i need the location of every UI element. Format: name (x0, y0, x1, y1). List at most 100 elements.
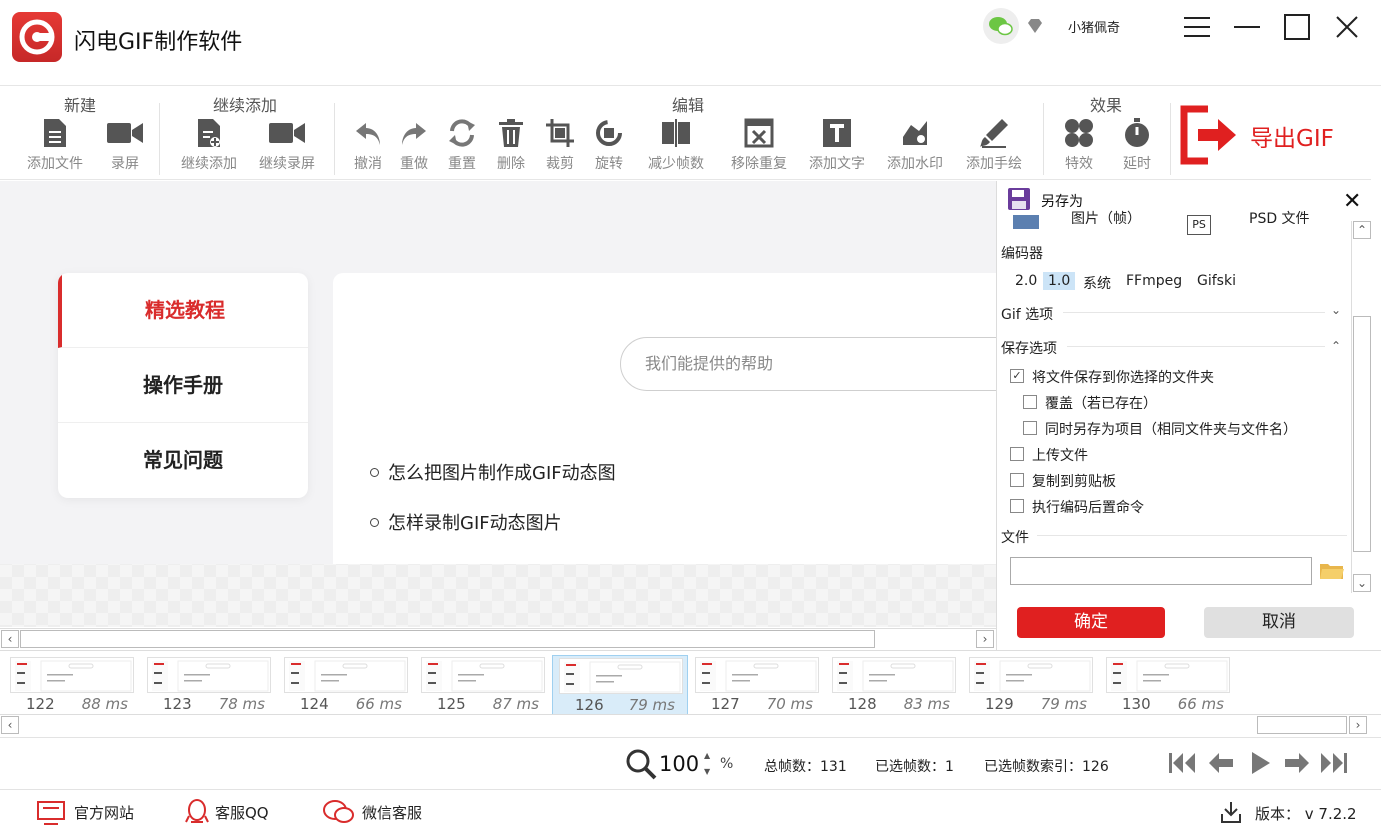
qq-support-link[interactable]: 客服QQ (215, 802, 269, 823)
add-watermark-button[interactable]: 添加水印 (880, 117, 950, 173)
scroll-left-icon[interactable]: ‹ (1, 630, 19, 648)
frames-horizontal-scrollbar[interactable]: ‹ › (0, 714, 1381, 734)
delay-button[interactable]: 延时 (1102, 117, 1172, 173)
frame-thumbnail[interactable]: 130 66 ms (1100, 655, 1236, 715)
frame-thumbnail[interactable]: 124 66 ms (278, 655, 414, 715)
psd-file-option[interactable]: PSD 文件 (1249, 208, 1310, 224)
chevron-down-icon[interactable]: ⌄ (1331, 303, 1341, 317)
scroll-down-icon[interactable]: ⌄ (1353, 574, 1371, 592)
scroll-thumb[interactable] (20, 630, 875, 648)
frame-thumbnail[interactable]: 129 79 ms (963, 655, 1099, 715)
cancel-button[interactable]: 取消 (1204, 607, 1354, 638)
reset-icon (449, 119, 475, 147)
frame-thumbnail-selected[interactable]: 126 79 ms (552, 655, 688, 715)
checkbox-icon (1010, 473, 1024, 487)
selected-frame-index: 已选帧数索引：126 (984, 759, 1109, 775)
frame-duration: 87 ms (492, 695, 539, 713)
scroll-thumb[interactable] (1353, 316, 1371, 552)
record-button[interactable]: 录屏 (90, 117, 160, 173)
scroll-thumb[interactable] (1257, 716, 1347, 734)
frame-thumbnail[interactable]: 123 78 ms (141, 655, 277, 715)
export-gif-button[interactable]: 导出GIF (1180, 105, 1360, 165)
scroll-up-icon[interactable]: ⌃ (1353, 221, 1371, 239)
encoder-option[interactable]: Gifski (1192, 272, 1241, 290)
reduce-frames-button[interactable]: 减少帧数 (641, 117, 711, 173)
encoder-option[interactable]: 系统 (1078, 272, 1116, 294)
frame-preview-image (832, 657, 956, 693)
last-frame-icon[interactable] (1320, 750, 1348, 780)
add-file-button[interactable]: 添加文件 (20, 117, 90, 173)
wechat-support-link[interactable]: 微信客服 (362, 802, 422, 823)
gif-options-header[interactable]: Gif 选项 (1001, 304, 1053, 324)
first-frame-icon[interactable] (1168, 750, 1196, 780)
folder-icon[interactable] (1319, 561, 1345, 585)
file-path-input[interactable] (1010, 557, 1312, 585)
help-menu-featured-tutorials[interactable]: 精选教程 (58, 273, 308, 348)
faq-item[interactable]: 怎么把图片制作成GIF动态图 (370, 459, 616, 485)
encoder-option-selected[interactable]: 1.0 (1043, 272, 1076, 290)
frame-thumbnail[interactable]: 122 88 ms (4, 655, 140, 715)
help-content-panel: 我们能提供的帮助 怎么把图片制作成GIF动态图 怎样录制GIF动态图片 (333, 273, 996, 564)
wechat-avatar-icon[interactable] (983, 8, 1019, 44)
selected-frames: 已选帧数：1 (875, 759, 954, 775)
continue-add-button[interactable]: 继续添加 (174, 117, 244, 173)
download-icon[interactable] (1220, 800, 1242, 828)
group-title-continue: 继续添加 (213, 96, 278, 115)
zoom-icon[interactable] (625, 748, 657, 784)
play-icon[interactable] (1248, 750, 1274, 780)
rotate-icon (596, 120, 622, 146)
file-section-label: 文件 (1001, 530, 1029, 546)
menu-icon[interactable] (1182, 12, 1212, 42)
website-link[interactable]: 官方网站 (74, 802, 134, 823)
close-icon[interactable]: ✕ (1343, 189, 1361, 214)
faq-item[interactable]: 怎样录制GIF动态图片 (370, 509, 562, 535)
scroll-right-icon[interactable]: › (1349, 716, 1367, 734)
encoder-option[interactable]: FFmpeg (1121, 272, 1187, 290)
encoder-option[interactable]: 2.0 (1010, 272, 1042, 290)
help-menu-faq[interactable]: 常见问题 (58, 423, 308, 498)
scroll-right-icon[interactable]: › (976, 630, 994, 648)
wechat-icon[interactable] (322, 799, 356, 829)
continue-record-button[interactable]: 继续录屏 (252, 117, 322, 173)
previous-frame-icon[interactable] (1207, 750, 1235, 780)
monitor-icon[interactable] (36, 800, 66, 830)
help-search-input[interactable]: 我们能提供的帮助 (620, 337, 996, 391)
frame-thumbnail[interactable]: 127 70 ms (689, 655, 825, 715)
username[interactable]: 小猪佩奇 (1068, 17, 1120, 36)
add-drawing-button[interactable]: 添加手绘 (959, 117, 1029, 173)
close-icon[interactable] (1332, 12, 1362, 42)
frame-index: 130 (1122, 695, 1151, 713)
next-frame-icon[interactable] (1283, 750, 1311, 780)
frame-thumbnail[interactable]: 128 83 ms (826, 655, 962, 715)
save-options-header[interactable]: 保存选项 (1001, 338, 1057, 358)
zoom-stepper[interactable]: ▲ ▼ (704, 748, 710, 780)
image-frames-option[interactable]: 图片（帧） (1071, 208, 1141, 224)
psd-icon[interactable]: PS (1187, 215, 1211, 235)
remove-duplicates-icon (744, 118, 774, 148)
video-camera-icon (269, 123, 305, 143)
toolbar: 新建 继续添加 编辑 效果 添加文件 录屏 继续添加 继续录屏 撤消 重做 重置… (0, 87, 1371, 180)
frame-thumbnail[interactable]: 125 87 ms (415, 655, 551, 715)
frame-index: 126 (575, 696, 604, 714)
qq-icon[interactable] (185, 798, 209, 830)
canvas-horizontal-scrollbar[interactable]: ‹ › (0, 628, 996, 648)
image-icon[interactable] (1011, 215, 1041, 235)
panel-vertical-scrollbar[interactable]: ⌃ ⌄ (1351, 221, 1371, 593)
remove-duplicates-button[interactable]: 移除重复 (724, 117, 794, 173)
chevron-up-icon[interactable]: ⌃ (1331, 339, 1341, 353)
add-text-button[interactable]: 添加文字 (802, 117, 872, 173)
help-menu-manual[interactable]: 操作手册 (58, 348, 308, 423)
version-label: 版本： v 7.2.2 (1255, 805, 1357, 823)
maximize-icon[interactable] (1282, 12, 1312, 42)
brush-icon (980, 119, 1008, 148)
rotate-button[interactable]: 旋转 (574, 117, 644, 173)
help-menu: 精选教程 操作手册 常见问题 (58, 273, 308, 498)
vip-diamond-icon[interactable] (1026, 18, 1044, 38)
zoom-value[interactable]: 100 (659, 752, 699, 776)
checkbox-icon (1010, 447, 1024, 461)
minimize-icon[interactable] (1232, 12, 1262, 42)
crop-icon (546, 119, 574, 147)
confirm-button[interactable]: 确定 (1017, 607, 1165, 638)
scroll-left-icon[interactable]: ‹ (1, 716, 19, 734)
export-icon (1180, 105, 1236, 165)
